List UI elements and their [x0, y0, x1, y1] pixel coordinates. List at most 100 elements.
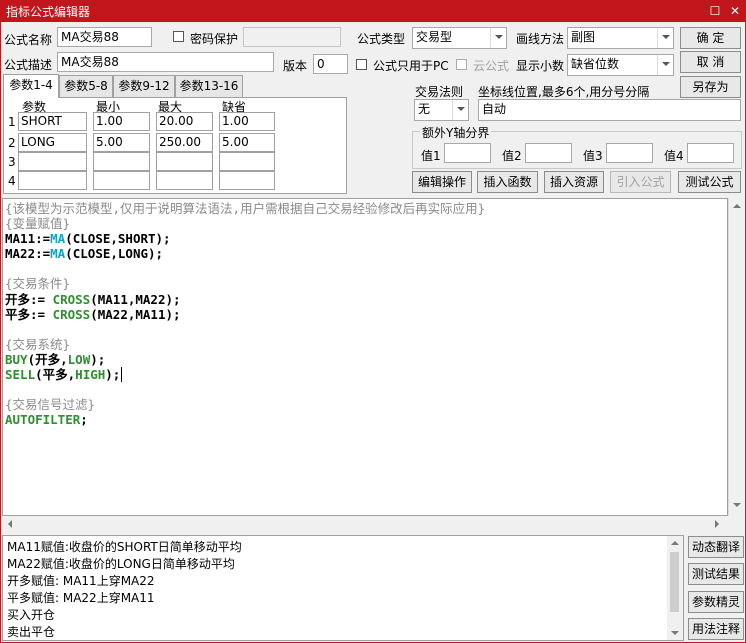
code-comment: {该模型为示范模型,仅用于说明算法语法,用户需根据自己交易经验修改后再实际应用}: [5, 201, 486, 216]
scroll-thumb[interactable]: [670, 552, 679, 612]
formula-desc-label: 公式描述: [4, 58, 53, 72]
param-min-cell[interactable]: 1.00: [93, 112, 150, 131]
trade-rule-select[interactable]: 无: [414, 99, 469, 121]
code-line: 平多:= CROSS(MA22,MA11);: [5, 306, 181, 322]
formula-type-select[interactable]: 交易型: [412, 27, 507, 49]
explanation-line: 买入开仓: [7, 608, 56, 622]
text-cursor: [121, 367, 123, 383]
chevron-down-icon[interactable]: [452, 100, 468, 120]
title-bar: 指标公式编辑器 ☐ ✕: [0, 0, 746, 22]
scroll-up-icon[interactable]: [671, 541, 679, 545]
param-row-index: 1: [8, 115, 16, 129]
formula-name-input[interactable]: MA交易88: [57, 27, 152, 47]
chevron-down-icon[interactable]: [490, 28, 506, 48]
param-min-cell[interactable]: 5.00: [93, 133, 150, 152]
explanation-scrollbar[interactable]: [667, 536, 683, 640]
param-name-cell[interactable]: LONG: [18, 133, 87, 152]
editor-horizontal-scrollbar[interactable]: [2, 516, 728, 533]
param-default-cell[interactable]: 1.00: [219, 112, 275, 131]
param-row-index: 4: [8, 174, 16, 188]
ok-button[interactable]: 确 定: [680, 27, 741, 49]
chevron-down-icon[interactable]: [657, 28, 673, 48]
password-input[interactable]: [243, 27, 341, 47]
scroll-left-icon[interactable]: [8, 520, 12, 528]
tab-params-13-16[interactable]: 参数13-16: [175, 75, 243, 97]
cancel-button[interactable]: 取 消: [680, 51, 741, 73]
param-name-cell[interactable]: [18, 152, 87, 171]
param-default-cell[interactable]: [219, 171, 275, 190]
test-formula-button[interactable]: 测试公式: [678, 171, 741, 193]
param-row-index: 2: [8, 136, 16, 150]
extra-axis-value3-input[interactable]: [606, 143, 653, 163]
axis-position-input[interactable]: 自动: [478, 99, 741, 121]
param-default-cell[interactable]: [219, 152, 275, 171]
draw-method-select[interactable]: 副图: [567, 27, 674, 49]
explanation-line: 卖出平仓: [7, 625, 56, 639]
scroll-up-icon[interactable]: [733, 204, 741, 208]
pc-only-label: 公式只用于PC: [373, 59, 449, 73]
save-as-button[interactable]: 另存为: [680, 76, 741, 98]
scroll-right-icon[interactable]: [715, 520, 719, 528]
draw-method-label: 画线方法: [516, 32, 565, 46]
version-input[interactable]: 0: [313, 54, 348, 74]
extra-axis-value2-input[interactable]: [525, 143, 572, 163]
param-max-cell[interactable]: 250.00: [156, 133, 213, 152]
extra-axis-value2-label: 值2: [502, 149, 522, 163]
code-line: MA22:=MA(CLOSE,LONG);: [5, 246, 164, 262]
close-icon[interactable]: ✕: [726, 2, 744, 20]
pc-only-checkbox[interactable]: [356, 59, 367, 70]
explanation-line: MA22赋值:收盘价的LONG日简单移动平均: [7, 557, 235, 571]
code-line: MA11:=MA(CLOSE,SHORT);: [5, 231, 171, 247]
param-max-cell[interactable]: [156, 152, 213, 171]
explanation-line: 开多赋值: MA11上穿MA22: [7, 574, 155, 588]
trade-rule-label: 交易法则: [415, 85, 464, 99]
extra-axis-label: 额外Y轴分界: [420, 124, 492, 141]
param-default-cell[interactable]: 5.00: [219, 133, 275, 152]
code-editor[interactable]: {该模型为示范模型,仅用于说明算法语法,用户需根据自己交易经验修改后再实际应用}…: [2, 198, 728, 516]
param-wizard-button[interactable]: 参数精灵: [688, 591, 744, 613]
edit-operation-button[interactable]: 编辑操作: [412, 171, 472, 193]
param-max-cell[interactable]: [156, 171, 213, 190]
tab-params-1-4[interactable]: 参数1-4: [3, 74, 59, 98]
code-comment: {交易条件}: [5, 276, 71, 292]
usage-notes-button[interactable]: 用法注释: [688, 618, 744, 640]
insert-function-button[interactable]: 插入函数: [477, 171, 538, 193]
extra-axis-value4-input[interactable]: [687, 143, 734, 163]
draw-method-value: 副图: [571, 30, 596, 44]
tab-params-9-12[interactable]: 参数9-12: [113, 75, 175, 97]
code-comment: {交易信号过滤}: [5, 397, 96, 413]
cloud-formula-checkbox[interactable]: [456, 59, 467, 70]
password-label: 密码保护: [190, 32, 239, 46]
decimals-label: 显示小数: [516, 59, 565, 73]
editor-vertical-scrollbar[interactable]: [728, 198, 745, 516]
insert-resource-button[interactable]: 插入资源: [544, 171, 604, 193]
scroll-down-icon[interactable]: [671, 631, 679, 635]
tab-params-5-8[interactable]: 参数5-8: [59, 75, 113, 97]
extra-axis-value1-input[interactable]: [444, 143, 491, 163]
param-name-cell[interactable]: SHORT: [18, 112, 87, 131]
version-label: 版本: [283, 59, 308, 73]
import-formula-button[interactable]: 引入公式: [610, 171, 671, 193]
param-min-cell[interactable]: [93, 171, 150, 190]
trade-rule-value: 无: [418, 102, 431, 116]
decimals-select[interactable]: 缺省位数: [567, 54, 674, 76]
param-name-cell[interactable]: [18, 171, 87, 190]
formula-desc-input[interactable]: MA交易88: [57, 52, 274, 72]
test-result-button[interactable]: 测试结果: [688, 563, 744, 585]
restore-icon[interactable]: ☐: [706, 2, 724, 20]
decimals-value: 缺省位数: [571, 57, 620, 71]
scroll-down-icon[interactable]: [733, 503, 741, 507]
chevron-down-icon[interactable]: [657, 55, 673, 75]
password-checkbox[interactable]: [173, 31, 184, 42]
param-max-cell[interactable]: 20.00: [156, 112, 213, 131]
param-min-cell[interactable]: [93, 152, 150, 171]
code-comment: {交易系统}: [5, 336, 71, 352]
extra-axis-value4-label: 值4: [664, 149, 684, 163]
code-line: BUY(开多,LOW);: [5, 351, 106, 367]
dynamic-translate-button[interactable]: 动态翻译: [688, 536, 744, 558]
formula-type-label: 公式类型: [357, 32, 406, 46]
explanation-line: MA11赋值:收盘价的SHORT日简单移动平均: [7, 540, 242, 554]
